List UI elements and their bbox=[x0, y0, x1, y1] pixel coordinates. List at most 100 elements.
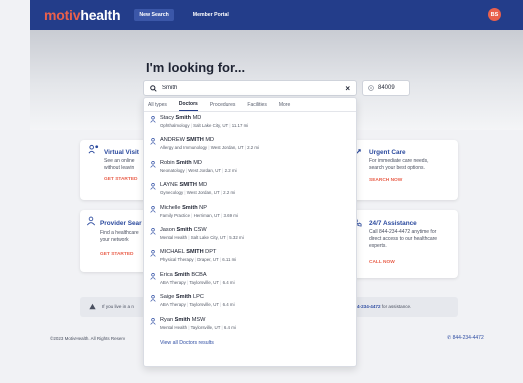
result-name-pre: Robin bbox=[160, 159, 177, 166]
result-location: Herriman, UT bbox=[193, 212, 220, 218]
result-specialty: Mental Health bbox=[160, 234, 188, 240]
result-meta: ABA Therapy | Taylorsville, UT | 6.4 mi bbox=[160, 302, 235, 308]
result-meta: ABA Therapy | Taylorsville, UT | 6.4 mi bbox=[160, 279, 235, 285]
notice-suffix: for assistance. bbox=[380, 304, 412, 309]
person-icon bbox=[150, 205, 156, 213]
result-location: Salt Lake City, UT bbox=[190, 234, 226, 240]
result-name-post: MD bbox=[191, 115, 202, 121]
person-icon bbox=[150, 228, 156, 235]
member-portal-link[interactable]: Member Portal bbox=[188, 9, 234, 21]
result-row[interactable]: LAYNE SMITH MD Gynecology | West Jordan, … bbox=[144, 179, 356, 201]
result-name-post: NP bbox=[197, 204, 207, 211]
result-name: Erica Smith BCBA bbox=[160, 272, 356, 278]
search-input[interactable] bbox=[162, 85, 346, 91]
result-row[interactable]: MICHAEL SMITH DPT Physical Therapy | Drap… bbox=[144, 246, 356, 268]
result-name-pre: ANDREW bbox=[160, 137, 187, 144]
tab-all-types[interactable]: All types bbox=[148, 99, 167, 111]
footer-phone-icon: ✆ bbox=[447, 335, 452, 341]
view-all-doctors-link[interactable]: View all Doctors results bbox=[144, 336, 356, 346]
result-name-post: MD bbox=[203, 137, 215, 144]
result-distance: 3.69 mi bbox=[223, 212, 238, 218]
user-avatar[interactable]: BS bbox=[488, 8, 501, 21]
urgent-care-card[interactable]: Urgent Care For immediate care needs, se… bbox=[345, 140, 458, 200]
result-meta: Allergy and Immunology | West Jordan, UT… bbox=[160, 145, 260, 151]
virtual-visit-title: Virtual Visit bbox=[104, 149, 139, 156]
notice-text-right: 4-234-4472 for assistance. bbox=[357, 304, 411, 309]
logo-part-1: motiv bbox=[44, 7, 81, 23]
result-name-post: BCBA bbox=[189, 271, 207, 278]
result-name: LAYNE SMITH MD bbox=[160, 182, 356, 188]
result-row[interactable]: Jason Smith CSW Mental Health | Salt Lake… bbox=[144, 224, 356, 246]
virtual-visit-icon bbox=[88, 144, 99, 154]
result-specialty: Family Practice bbox=[160, 212, 191, 218]
result-name-post: MSW bbox=[190, 316, 206, 323]
assistance-title: 24/7 Assistance bbox=[369, 220, 417, 227]
assistance-call-now[interactable]: CALL NOW bbox=[369, 260, 395, 265]
result-name-match: Smith bbox=[176, 226, 193, 233]
result-row[interactable]: Michelle Smith NP Family Practice | Herri… bbox=[144, 202, 356, 224]
result-distance: 5.32 mi bbox=[229, 234, 244, 240]
zip-field[interactable]: 84009 bbox=[362, 80, 410, 96]
result-row[interactable]: Stacy Smith MD Ophthalmology | Salt Lake … bbox=[144, 112, 356, 134]
search-field[interactable]: × bbox=[143, 80, 357, 96]
result-name-pre: Saige bbox=[160, 294, 176, 301]
result-name-post: CSW bbox=[192, 226, 207, 233]
result-name-post: MD bbox=[191, 159, 202, 166]
tab-facilities[interactable]: Facilities bbox=[247, 99, 266, 111]
result-meta: Mental Health | Taylorsville, UT | 6.4 m… bbox=[160, 324, 236, 330]
results-list: Stacy Smith MD Ophthalmology | Salt Lake … bbox=[144, 112, 356, 336]
tab-doctors[interactable]: Doctors bbox=[178, 98, 198, 111]
assistance-line3: experts. bbox=[369, 243, 387, 249]
result-name-match: Smith bbox=[176, 159, 192, 166]
result-name: Robin Smith MD bbox=[160, 160, 356, 166]
tab-procedures[interactable]: Procedures bbox=[210, 99, 236, 111]
result-name-pre: Jason bbox=[160, 226, 177, 233]
result-location: Taylorsville, UT bbox=[189, 279, 219, 285]
result-distance: 2.2 mi bbox=[224, 167, 237, 173]
person-icon bbox=[150, 138, 156, 146]
result-name-pre: Ryan bbox=[160, 316, 175, 323]
motivhealth-logo[interactable]: motivhealth bbox=[44, 7, 121, 23]
result-name-pre: Erica bbox=[160, 271, 175, 278]
provider-search-get-started[interactable]: GET STARTED bbox=[100, 252, 134, 257]
result-name-match: SMITH bbox=[186, 249, 204, 256]
result-row[interactable]: Robin Smith MD Neonatology | West Jordan,… bbox=[144, 157, 356, 179]
result-meta: Ophthalmology | Salt Lake City, UT | 11.… bbox=[160, 123, 249, 128]
virtual-visit-get-started[interactable]: GET STARTED bbox=[104, 177, 138, 182]
search-icon bbox=[150, 84, 157, 92]
logo-part-2: health bbox=[80, 7, 121, 23]
clear-search-icon[interactable]: × bbox=[345, 84, 350, 93]
result-name-post: DPT bbox=[203, 249, 217, 256]
provider-search-icon bbox=[86, 216, 96, 226]
footer-phone-number: 844-234-4472 bbox=[452, 335, 484, 341]
urgent-care-search-now[interactable]: SEARCH NOW bbox=[369, 178, 402, 183]
result-name-match: Smith bbox=[175, 294, 192, 301]
person-icon bbox=[150, 295, 156, 302]
result-name-pre: LAYNE bbox=[160, 182, 180, 189]
new-search-button[interactable]: New Search bbox=[134, 9, 174, 21]
person-icon bbox=[150, 317, 156, 325]
result-location: West Jordan, UT bbox=[210, 145, 244, 151]
result-name-post: LPC bbox=[191, 294, 204, 301]
notice-phone[interactable]: 4-234-4472 bbox=[357, 304, 381, 309]
result-name-post: MD bbox=[196, 182, 208, 189]
result-location: Taylorsville, UT bbox=[189, 302, 219, 308]
result-row[interactable]: ANDREW SMITH MD Allergy and Immunology | … bbox=[144, 134, 356, 156]
tab-more[interactable]: More bbox=[279, 99, 290, 111]
result-distance: 2.2 mi bbox=[247, 145, 260, 151]
zip-value: 84009 bbox=[378, 85, 395, 91]
result-row[interactable]: Ryan Smith MSW Mental Health | Taylorsvil… bbox=[144, 314, 356, 336]
assistance-card[interactable]: 24/7 Assistance Call 844-234-4472 anytim… bbox=[345, 210, 458, 278]
result-name: Michelle Smith NP bbox=[160, 205, 356, 211]
result-location: West Jordan, UT bbox=[188, 167, 222, 173]
result-row[interactable]: Saige Smith LPC ABA Therapy | Taylorsvill… bbox=[144, 291, 356, 313]
footer-copyright: ©2023 MotivHealth. All Rights Reserv bbox=[50, 336, 126, 341]
result-distance: 6.11 mi bbox=[222, 257, 237, 263]
result-specialty: Physical Therapy bbox=[160, 257, 194, 263]
footer-phone[interactable]: ✆ 844-234-4472 bbox=[447, 335, 484, 341]
urgent-care-title: Urgent Care bbox=[369, 149, 406, 156]
result-row[interactable]: Erica Smith BCBA ABA Therapy | Taylorsvil… bbox=[144, 269, 356, 291]
result-name-match: Smith bbox=[175, 115, 192, 121]
result-meta: Physical Therapy | Draper, UT | 6.11 mi bbox=[160, 257, 237, 263]
result-distance: 6.4 mi bbox=[222, 302, 235, 308]
